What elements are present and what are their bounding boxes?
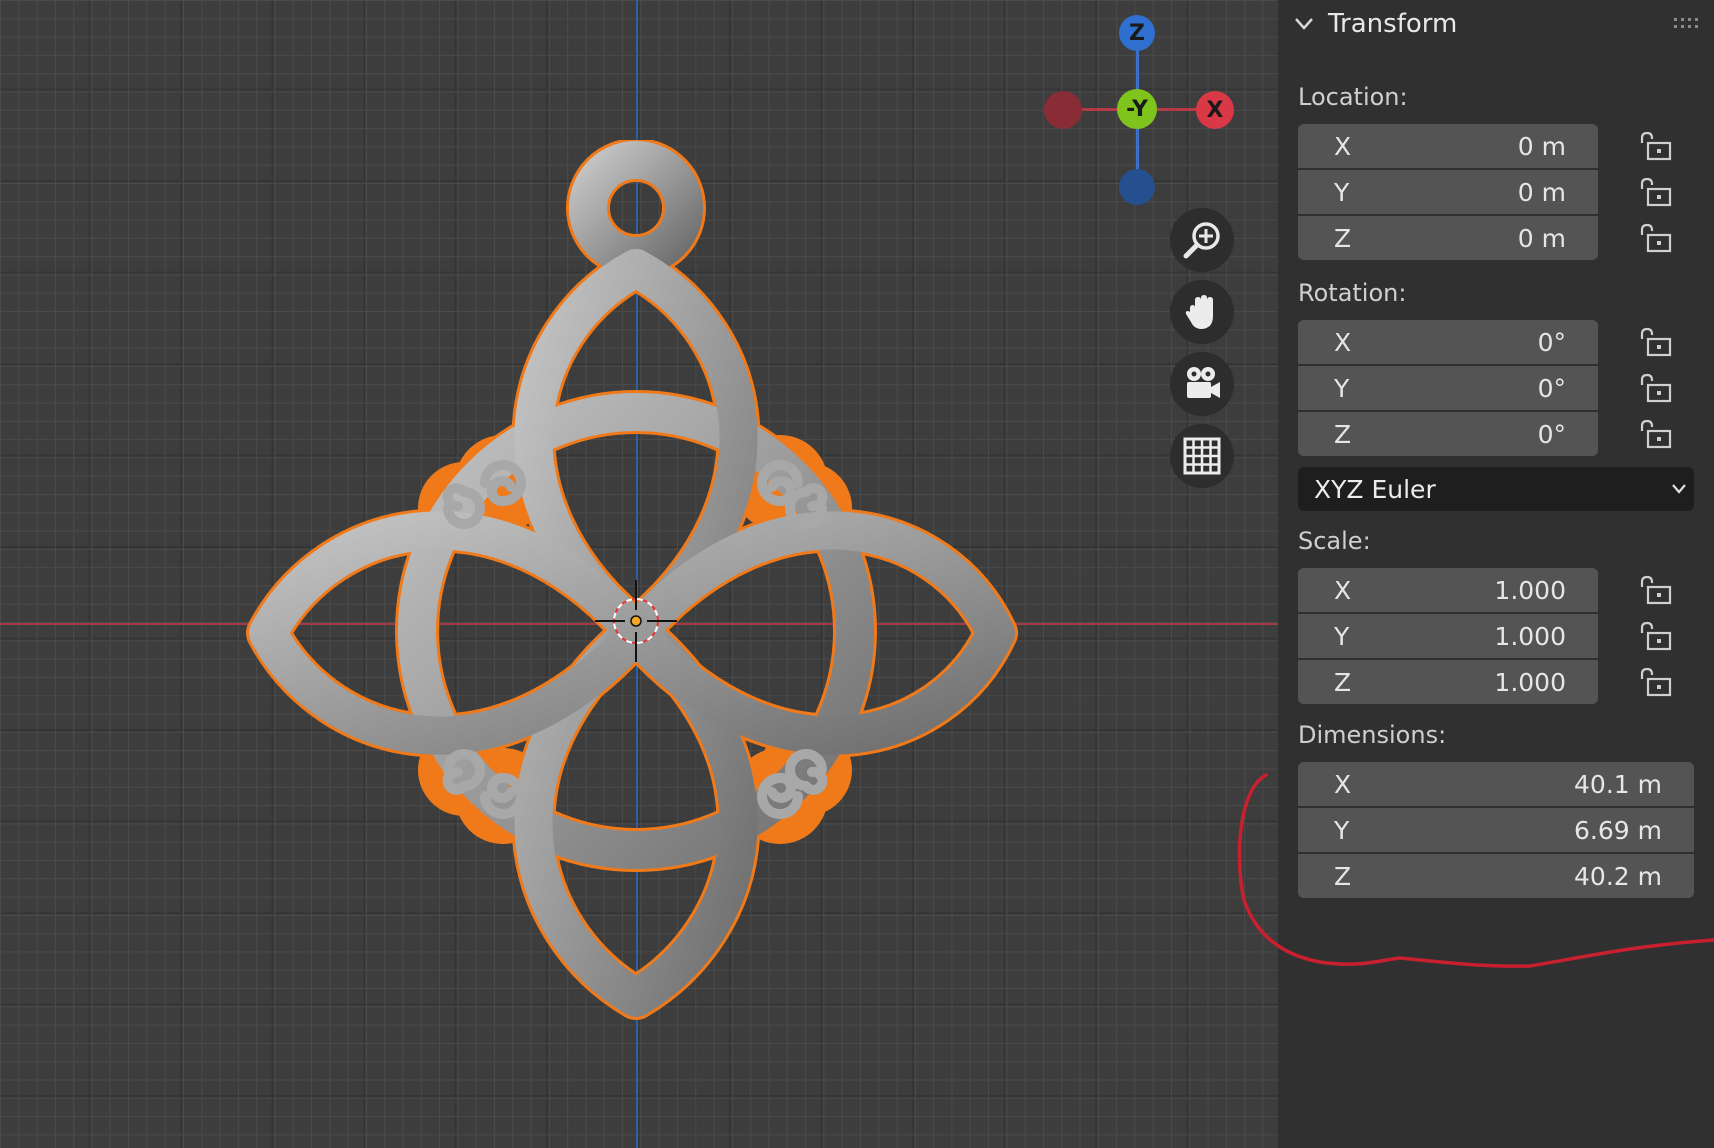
rotation-mode-dropdown[interactable]: XYZ Euler (1298, 467, 1694, 511)
location-z-value: 0 m (1517, 223, 1566, 253)
dimensions-x-field[interactable]: X 40.1 m (1298, 762, 1694, 806)
location-x-field[interactable]: X 0 m (1298, 124, 1598, 168)
gizmo-z-label: Z (1129, 20, 1145, 46)
dimensions-x-label: X (1334, 769, 1352, 799)
rotation-mode-value: XYZ Euler (1314, 474, 1436, 504)
hand-icon (1185, 295, 1213, 329)
zoom-button[interactable] (1170, 208, 1234, 272)
scale-x-field[interactable]: X 1.000 (1298, 568, 1598, 612)
scale-y-value: 1.000 (1494, 621, 1566, 651)
dimensions-y-field[interactable]: Y 6.69 m (1298, 808, 1694, 852)
lock-location-x-icon[interactable] (1638, 131, 1672, 161)
dimensions-y-label: Y (1334, 815, 1350, 845)
zoom-icon (1183, 222, 1220, 259)
panel-title: Transform (1328, 9, 1458, 39)
gizmo-x-ball[interactable]: X (1196, 91, 1234, 129)
drag-handle-icon[interactable] (1674, 18, 1700, 30)
dimensions-label: Dimensions: (1298, 721, 1447, 749)
gizmo-neg-y-ball[interactable]: -Y (1117, 89, 1157, 129)
scale-z-label: Z (1334, 667, 1352, 697)
camera-icon (1187, 367, 1220, 398)
lock-location-z-icon[interactable] (1638, 223, 1672, 253)
rotation-x-field[interactable]: X 0° (1298, 320, 1598, 364)
lock-rotation-y-icon[interactable] (1638, 373, 1672, 403)
3d-viewport[interactable]: Z -Y X (0, 0, 1278, 1148)
location-z-label: Z (1334, 223, 1352, 253)
ortho-toggle-button[interactable] (1170, 424, 1234, 488)
dimensions-z-field[interactable]: Z 40.2 m (1298, 854, 1694, 898)
scale-x-value: 1.000 (1494, 575, 1566, 605)
gizmo-z-ball[interactable]: Z (1119, 15, 1155, 51)
chevron-down-icon[interactable] (1294, 16, 1314, 32)
rotation-label: Rotation: (1298, 279, 1407, 307)
rotation-z-field[interactable]: Z 0° (1298, 412, 1598, 456)
lock-location-y-icon[interactable] (1638, 177, 1672, 207)
gizmo-neg-z-ball[interactable] (1119, 169, 1155, 205)
location-x-label: X (1334, 131, 1352, 161)
lock-rotation-x-icon[interactable] (1638, 327, 1672, 357)
location-x-value: 0 m (1517, 131, 1566, 161)
gizmo-x-label: X (1206, 97, 1224, 123)
dimensions-y-value: 6.69 m (1574, 815, 1662, 845)
rotation-z-value: 0° (1537, 419, 1566, 449)
gizmo-neg-y-label: -Y (1126, 96, 1148, 122)
lock-scale-x-icon[interactable] (1638, 575, 1672, 605)
transform-panel-header[interactable]: Transform (1278, 0, 1714, 52)
location-z-field[interactable]: Z 0 m (1298, 216, 1598, 260)
3d-cursor-icon[interactable] (595, 580, 677, 662)
camera-view-button[interactable] (1170, 352, 1234, 416)
rotation-y-field[interactable]: Y 0° (1298, 366, 1598, 410)
location-y-label: Y (1334, 177, 1350, 207)
dimensions-z-value: 40.2 m (1574, 861, 1662, 891)
scale-y-field[interactable]: Y 1.000 (1298, 614, 1598, 658)
scale-z-field[interactable]: Z 1.000 (1298, 660, 1598, 704)
lock-scale-z-icon[interactable] (1638, 667, 1672, 697)
dimensions-z-label: Z (1334, 861, 1352, 891)
location-y-field[interactable]: Y 0 m (1298, 170, 1598, 214)
location-label: Location: (1298, 83, 1408, 111)
pan-button[interactable] (1170, 280, 1234, 344)
rotation-x-label: X (1334, 327, 1352, 357)
scale-y-label: Y (1334, 621, 1350, 651)
scale-x-label: X (1334, 575, 1352, 605)
scale-z-value: 1.000 (1494, 667, 1566, 697)
rotation-x-value: 0° (1537, 327, 1566, 357)
scale-label: Scale: (1298, 527, 1371, 555)
rotation-y-label: Y (1334, 373, 1350, 403)
chevron-down-icon (1672, 484, 1686, 494)
lock-scale-y-icon[interactable] (1638, 621, 1672, 651)
rotation-y-value: 0° (1537, 373, 1566, 403)
location-y-value: 0 m (1517, 177, 1566, 207)
transform-panel: Transform Location: X 0 m Y 0 m Z 0 m Ro… (1278, 0, 1714, 1148)
grid-icon (1183, 437, 1221, 475)
dimensions-x-value: 40.1 m (1574, 769, 1662, 799)
gizmo-neg-x-ball[interactable] (1044, 91, 1082, 129)
lock-rotation-z-icon[interactable] (1638, 419, 1672, 449)
rotation-z-label: Z (1334, 419, 1352, 449)
